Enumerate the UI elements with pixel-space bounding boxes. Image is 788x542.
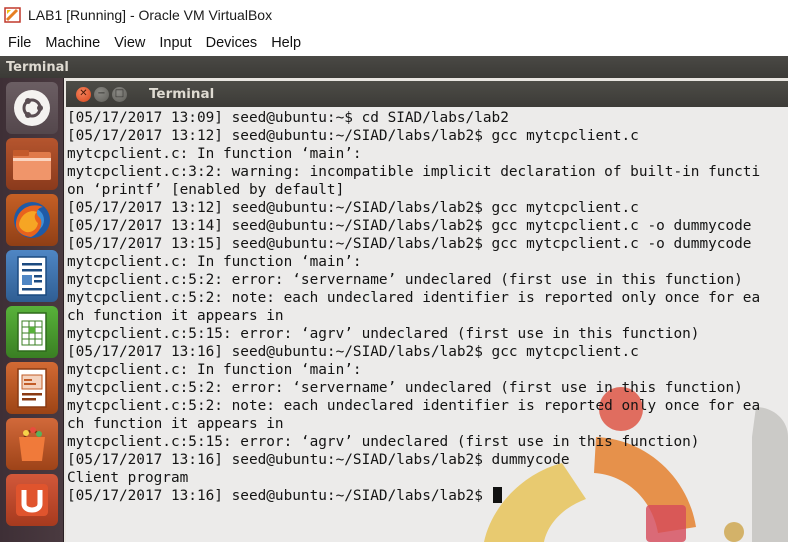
software-center-icon[interactable]	[6, 418, 58, 470]
terminal-line: ch function it appears in	[67, 308, 284, 324]
unity-launcher	[0, 78, 64, 542]
terminal-line: Client program	[67, 470, 189, 486]
text-cursor	[492, 487, 502, 503]
libreoffice-writer-icon[interactable]	[6, 250, 58, 302]
menu-devices[interactable]: Devices	[202, 35, 262, 51]
host-titlebar: LAB1 [Running] - Oracle VM VirtualBox	[0, 0, 788, 30]
panel-app-title: Terminal	[6, 59, 69, 75]
terminal-line: mytcpclient.c: In function ‘main’:	[67, 362, 362, 378]
terminal-title: Terminal	[149, 86, 215, 102]
terminal-line: mytcpclient.c:5:2: error: ‘servername’ u…	[67, 272, 743, 288]
terminal-prompt-line[interactable]: [05/17/2017 13:16] seed@ubuntu:~/SIAD/la…	[67, 487, 760, 505]
terminal-line: [05/17/2017 13:12] seed@ubuntu:~/SIAD/la…	[67, 200, 639, 216]
terminal-window: ✕ − □ Terminal [05/17/2017 13:09] seed@u…	[66, 81, 788, 542]
ubuntu-one-icon[interactable]	[6, 474, 58, 526]
terminal-line: ch function it appears in	[67, 416, 284, 432]
terminal-line: mytcpclient.c:5:15: error: ‘agrv’ undecl…	[67, 326, 700, 342]
virtualbox-icon	[4, 6, 22, 24]
terminal-line: mytcpclient.c: In function ‘main’:	[67, 254, 362, 270]
host-menubar: File Machine View Input Devices Help	[0, 30, 788, 56]
top-panel: Terminal	[0, 56, 788, 78]
files-icon[interactable]	[6, 138, 58, 190]
menu-view[interactable]: View	[110, 35, 149, 51]
terminal-titlebar[interactable]: ✕ − □ Terminal	[66, 81, 788, 107]
menu-input[interactable]: Input	[155, 35, 195, 51]
terminal-line: mytcpclient.c: In function ‘main’:	[67, 146, 362, 162]
terminal-line: [05/17/2017 13:16] seed@ubuntu:~/SIAD/la…	[67, 452, 570, 468]
terminal-line: mytcpclient.c:3:2: warning: incompatible…	[67, 164, 761, 180]
terminal-text: [05/17/2017 13:09] seed@ubuntu:~$ cd SIA…	[67, 109, 760, 505]
host-window-title: LAB1 [Running] - Oracle VM VirtualBox	[28, 7, 273, 23]
libreoffice-calc-icon[interactable]	[6, 306, 58, 358]
terminal-line: mytcpclient.c:5:15: error: ‘agrv’ undecl…	[67, 434, 700, 450]
ubuntu-dash-icon[interactable]	[6, 82, 58, 134]
minimize-icon[interactable]: −	[94, 86, 109, 102]
terminal-line: on ‘printf’ [enabled by default]	[67, 182, 345, 198]
terminal-output[interactable]: [05/17/2017 13:09] seed@ubuntu:~$ cd SIA…	[66, 107, 788, 542]
menu-machine[interactable]: Machine	[41, 35, 104, 51]
menu-file[interactable]: File	[4, 35, 35, 51]
libreoffice-impress-icon[interactable]	[6, 362, 58, 414]
terminal-line: [05/17/2017 13:14] seed@ubuntu:~/SIAD/la…	[67, 218, 752, 234]
maximize-icon[interactable]: □	[112, 86, 127, 102]
terminal-line: mytcpclient.c:5:2: error: ‘servername’ u…	[67, 380, 743, 396]
terminal-line: [05/17/2017 13:16] seed@ubuntu:~/SIAD/la…	[67, 344, 639, 360]
close-icon[interactable]: ✕	[76, 86, 91, 102]
terminal-line: [05/17/2017 13:15] seed@ubuntu:~/SIAD/la…	[67, 236, 752, 252]
terminal-line: mytcpclient.c:5:2: note: each undeclared…	[67, 290, 761, 306]
terminal-prompt: [05/17/2017 13:16] seed@ubuntu:~/SIAD/la…	[67, 488, 492, 504]
menu-help[interactable]: Help	[267, 35, 305, 51]
terminal-line: [05/17/2017 13:09] seed@ubuntu:~$ cd SIA…	[67, 110, 509, 126]
terminal-line: mytcpclient.c:5:2: note: each undeclared…	[67, 398, 761, 414]
terminal-line: [05/17/2017 13:12] seed@ubuntu:~/SIAD/la…	[67, 128, 639, 144]
guest-screen: Terminal ✕ − □ Terminal [05/17/2017 13:0…	[0, 56, 788, 542]
firefox-icon[interactable]	[6, 194, 58, 246]
